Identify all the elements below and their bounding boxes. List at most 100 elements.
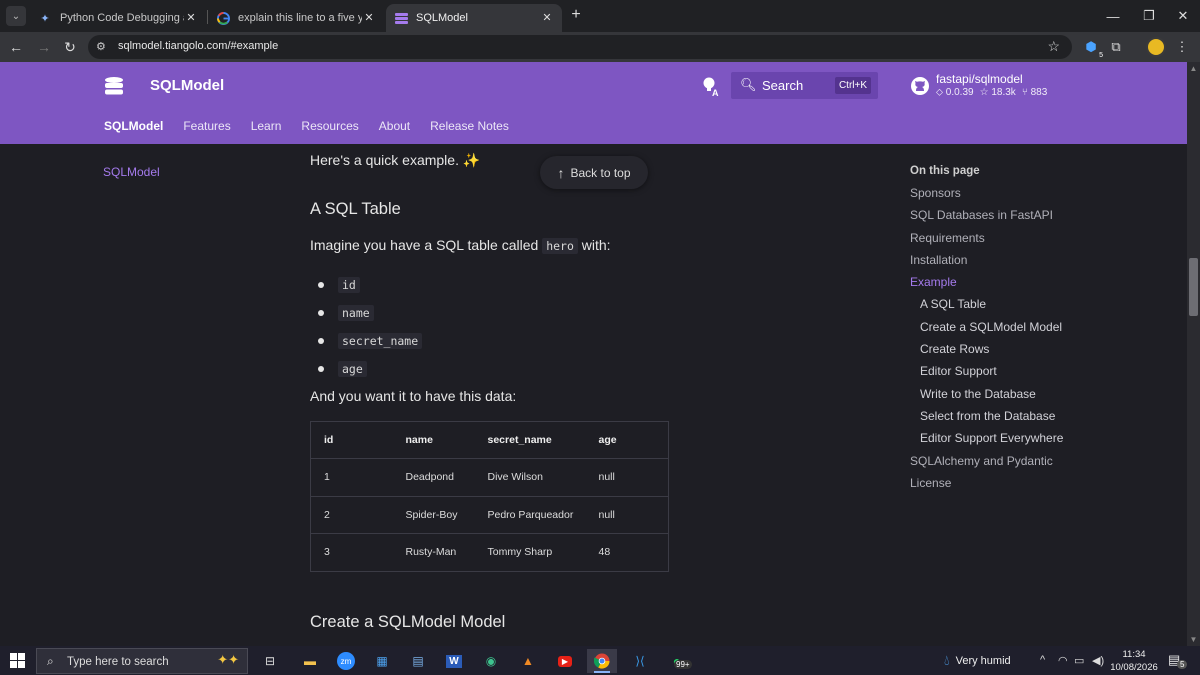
toc-item-create-model[interactable]: Create a SQLModel Model [910, 316, 1170, 338]
back-icon[interactable]: ← [6, 37, 26, 57]
page-scrollbar[interactable]: ▲ ▼ [1187, 62, 1200, 646]
table-cell: 1 [310, 458, 393, 497]
edge-icon[interactable]: ◉ [476, 649, 506, 673]
profile-avatar[interactable] [1146, 37, 1166, 57]
toc-item-write-database[interactable]: Write to the Database [910, 383, 1170, 405]
tab-about[interactable]: About [379, 119, 410, 133]
weather-widget[interactable]: 💧︎ Very humid [944, 652, 1011, 669]
clock-time: 11:34 [1122, 649, 1146, 660]
close-icon[interactable]: ✕ [540, 11, 554, 25]
back-to-top-button[interactable]: ↑ Back to top [540, 156, 648, 189]
field-code: name [338, 305, 374, 321]
vlc-icon[interactable]: ▲ [513, 649, 543, 673]
microsoft-store-icon[interactable]: ▦ [367, 649, 397, 673]
search-icon: 🔍︎ [740, 77, 757, 92]
windows-start-icon[interactable] [10, 653, 25, 668]
tab-sqlmodel[interactable]: SQLModel [104, 119, 163, 133]
toc-item-example[interactable]: Example [910, 271, 1170, 293]
scroll-thumb[interactable] [1189, 258, 1198, 316]
toc-item-editor-support-everywhere[interactable]: Editor Support Everywhere [910, 427, 1170, 449]
browser-tab-strip: ⌄ ✦ Python Code Debugging and Tr ✕ expla… [0, 0, 1200, 32]
vscode-icon[interactable]: ⟩⟨ [625, 649, 655, 673]
toc-item-editor-support[interactable]: Editor Support [910, 360, 1170, 382]
table-cell: 2 [310, 496, 393, 534]
new-tab-button[interactable]: + [567, 6, 585, 24]
close-icon[interactable]: ✕ [362, 11, 376, 25]
task-view-icon[interactable]: ⊟ [255, 649, 285, 673]
word-icon[interactable]: W [439, 649, 469, 673]
taskbar-search-input[interactable]: ⌕ Type here to search ✦✦ [36, 648, 248, 674]
toc-item-installation[interactable]: Installation [910, 249, 1170, 271]
extension-badge: 5 [1099, 52, 1103, 59]
toc-item-sqlalchemy-pydantic[interactable]: SQLAlchemy and Pydantic [910, 450, 1170, 472]
clock-date: 10/08/2026 [1110, 662, 1158, 673]
column-header: name [392, 421, 475, 459]
reload-icon[interactable]: ↻ [60, 37, 80, 57]
volume-icon[interactable]: ◀) [1092, 654, 1104, 667]
list-item: secret_name [318, 327, 423, 355]
heading-create-model: Create a SQLModel Model [310, 613, 506, 631]
arrow-up-icon: ↑ [557, 164, 565, 181]
taskbar-search-placeholder: Type here to search [67, 656, 169, 668]
github-icon[interactable] [910, 76, 930, 96]
sqlmodel-logo-icon[interactable] [104, 76, 124, 96]
toc-item-create-rows[interactable]: Create Rows [910, 338, 1170, 360]
site-title[interactable]: SQLModel [150, 77, 224, 94]
scroll-down-icon[interactable]: ▼ [1187, 635, 1200, 644]
tab-gemini[interactable]: ✦ Python Code Debugging and Tr ✕ [30, 4, 206, 32]
table-cell: null [585, 496, 669, 534]
column-header: id [310, 421, 393, 459]
close-icon[interactable]: ✕ [184, 11, 198, 25]
tab-learn[interactable]: Learn [251, 119, 282, 133]
tab-release-notes[interactable]: Release Notes [430, 119, 509, 133]
toc-item-requirements[interactable]: Requirements [910, 227, 1170, 249]
system-clock[interactable]: 11:34 10/08/2026 [1110, 648, 1158, 674]
search-button[interactable]: 🔍︎ Search Ctrl+K [731, 72, 878, 99]
toc-item-sponsors[interactable]: Sponsors [910, 182, 1170, 204]
tab-sqlmodel[interactable]: SQLModel ✕ [386, 4, 562, 32]
scroll-up-icon[interactable]: ▲ [1187, 64, 1200, 73]
table-row: 2 Spider-Boy Pedro Parqueador null [310, 496, 669, 534]
chrome-icon[interactable] [587, 649, 617, 673]
repo-facts[interactable]: ⬦ 0.0.39 ☆ 18.3k ⑂ 883 [936, 87, 1047, 98]
tab-features[interactable]: Features [183, 119, 230, 133]
tray-chevron-icon[interactable]: ^ [1040, 654, 1045, 666]
list-item: name [318, 299, 422, 327]
repo-name[interactable]: fastapi/sqlmodel [936, 72, 1023, 86]
svg-text:A: A [712, 88, 719, 97]
search-shortcut: Ctrl+K [834, 77, 871, 94]
whatsapp-icon[interactable]: ● 99+ [662, 649, 692, 673]
extension-icon[interactable]: ⬢ 5 [1081, 37, 1103, 59]
toc-item-license[interactable]: License [910, 472, 1170, 494]
search-icon: ⌕ [47, 654, 54, 668]
table-row: 3 Rusty-Man Tommy Sharp 48 [311, 534, 669, 572]
tab-resources[interactable]: Resources [301, 119, 358, 133]
battery-icon[interactable]: ▭ [1074, 654, 1084, 667]
tab-search-dropdown-icon[interactable]: ⌄ [6, 6, 26, 26]
youtube-icon[interactable]: ▶ [550, 649, 580, 673]
zoom-icon[interactable]: zm [331, 649, 361, 673]
browser-toolbar: ← → ↻ ⚙ sqlmodel.tiangolo.com/#example ☆… [0, 32, 1200, 62]
forward-icon[interactable]: → [34, 37, 54, 57]
weather-text: Very humid [955, 654, 1011, 667]
close-window-icon[interactable]: ✕ [1160, 0, 1200, 32]
tab-title: explain this line to a five year ol [238, 12, 362, 24]
site-info-icon[interactable]: ⚙ [96, 40, 106, 53]
toc-item-a-sql-table[interactable]: A SQL Table [910, 293, 1170, 315]
gemini-icon: ✦ [40, 12, 50, 25]
tab-google[interactable]: explain this line to a five year ol ✕ [208, 4, 384, 32]
paragraph-data: And you want it to have this data: [310, 388, 517, 404]
extensions-puzzle-icon[interactable]: ⧉ [1106, 37, 1126, 57]
url-text[interactable]: sqlmodel.tiangolo.com/#example [118, 40, 278, 52]
bookmark-star-icon[interactable]: ☆ [1047, 38, 1060, 55]
toc-item-select-database[interactable]: Select from the Database [910, 405, 1170, 427]
sidebar-item-sqlmodel[interactable]: SQLModel [103, 165, 160, 179]
network-icon[interactable]: ◠ [1058, 654, 1068, 667]
file-explorer-icon[interactable]: ▬ [295, 649, 325, 673]
desktop-app-icon[interactable]: ▤ [403, 649, 433, 673]
menu-dots-icon[interactable]: ⋮ [1172, 37, 1192, 57]
toc-item-sql-databases[interactable]: SQL Databases in FastAPI [910, 204, 1170, 226]
color-palette-toggle-icon[interactable]: A [700, 75, 722, 98]
bullet [318, 310, 324, 316]
address-bar[interactable]: ⚙ sqlmodel.tiangolo.com/#example ☆ [88, 35, 1072, 59]
